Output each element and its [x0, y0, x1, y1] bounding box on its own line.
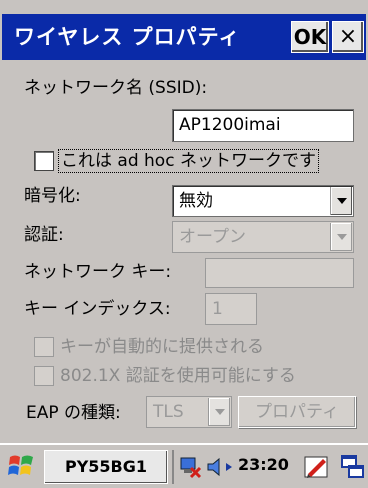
auto-key-checkbox[interactable] — [34, 337, 54, 357]
ok-button[interactable]: OK — [291, 21, 329, 53]
dialog-body: ネットワーク名 (SSID): AP1200imai これは ad hoc ネッ… — [2, 60, 366, 440]
windows-flag-icon[interactable] — [6, 451, 38, 481]
ssid-label: ネットワーク名 (SSID): — [24, 78, 208, 98]
taskbar-divider — [172, 450, 174, 484]
network-status-icon[interactable] — [178, 454, 204, 480]
pen-input-icon[interactable] — [304, 454, 330, 480]
key-index-input[interactable]: 1 — [205, 293, 257, 325]
taskbar-task-item[interactable]: PY55BG1 — [44, 450, 168, 484]
auth-select[interactable]: オープン — [172, 221, 354, 253]
encryption-select[interactable]: 無効 — [172, 185, 354, 217]
adhoc-checkbox[interactable] — [34, 151, 54, 171]
properties-button[interactable]: プロパティ — [238, 396, 356, 428]
auth-value: オープン — [179, 227, 246, 247]
clock[interactable]: 23:20 — [238, 455, 289, 474]
encryption-value: 無効 — [179, 191, 213, 211]
ssid-input[interactable]: AP1200imai — [172, 109, 354, 142]
dot1x-label: 802.1X 認証を使用可能にする — [60, 366, 296, 386]
chevron-down-icon[interactable] — [330, 187, 352, 215]
taskbar: PY55BG1 23:20 — [0, 443, 368, 488]
chevron-down-icon[interactable] — [208, 398, 230, 426]
title-bar: ワイヤレス プロパティ OK × — [2, 14, 366, 60]
window-title: ワイヤレス プロパティ — [14, 25, 241, 49]
adhoc-label[interactable]: これは ad hoc ネットワークです — [58, 149, 319, 173]
auth-label: 認証: — [24, 225, 64, 245]
network-key-label: ネットワーク キー: — [24, 262, 172, 282]
window-switch-icon[interactable] — [340, 454, 366, 480]
network-key-input[interactable] — [205, 258, 354, 288]
encryption-label: 暗号化: — [24, 186, 81, 206]
eap-label: EAP の種類: — [26, 403, 121, 423]
close-button[interactable]: × — [332, 21, 364, 53]
dot1x-checkbox[interactable] — [34, 366, 54, 386]
key-index-label: キー インデックス: — [24, 299, 171, 319]
auto-key-label: キーが自動的に提供される — [60, 337, 264, 357]
eap-select[interactable]: TLS — [146, 396, 232, 428]
chevron-down-icon[interactable] — [330, 223, 352, 251]
eap-value: TLS — [153, 402, 184, 422]
speaker-arrow-icon[interactable] — [206, 456, 236, 478]
